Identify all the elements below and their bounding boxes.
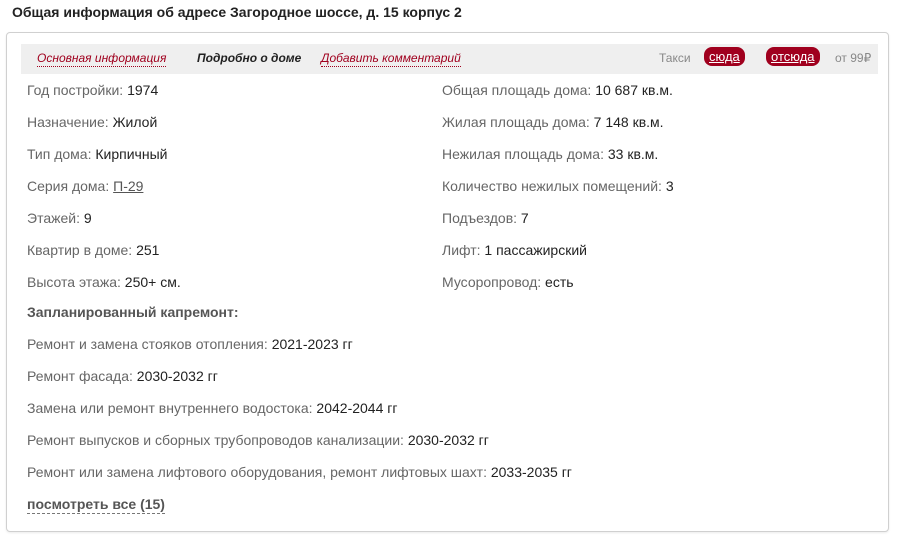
info-label: Подъездов: bbox=[442, 210, 518, 226]
repair-value: 2021-2023 гг bbox=[271, 336, 353, 352]
taxi-to-here-button[interactable]: сюда bbox=[704, 47, 745, 66]
taxi-label: Такси bbox=[659, 51, 691, 65]
info-row-floor-height: Высота этажа: 250+ см. bbox=[27, 273, 181, 291]
page-title: Общая информация об адресе Загородное шо… bbox=[12, 4, 462, 20]
info-label: Этажей: bbox=[27, 210, 80, 226]
show-all-repairs-link[interactable]: посмотреть все (15) bbox=[27, 495, 165, 514]
info-value: есть bbox=[545, 274, 574, 290]
info-row-house-type: Тип дома: Кирпичный bbox=[27, 145, 167, 163]
repair-label: Ремонт выпусков и сборных трубопроводов … bbox=[27, 432, 404, 448]
tab-details[interactable]: Подробно о доме bbox=[197, 51, 301, 66]
info-label: Общая площадь дома: bbox=[442, 82, 592, 98]
info-label: Высота этажа: bbox=[27, 274, 121, 290]
info-label: Мусоропровод: bbox=[442, 274, 542, 290]
repair-item: Ремонт или замена лифтового оборудования… bbox=[27, 463, 572, 481]
info-row-garbage-chute: Мусоропровод: есть bbox=[442, 273, 574, 291]
repair-label: Замена или ремонт внутреннего водостока: bbox=[27, 400, 313, 416]
repair-item: Ремонт и замена стояков отопления: 2021-… bbox=[27, 335, 353, 353]
info-value: 3 bbox=[665, 178, 674, 194]
info-value: 10 687 кв.м. bbox=[595, 82, 673, 98]
info-value: 7 148 кв.м. bbox=[593, 114, 664, 130]
info-row-apartments: Квартир в доме: 251 bbox=[27, 241, 159, 259]
tab-main-info[interactable]: Основная информация bbox=[37, 51, 167, 67]
tab-add-comment[interactable]: Добавить комментарий bbox=[321, 51, 461, 67]
info-value: Жилой bbox=[112, 114, 158, 130]
info-label: Квартир в доме: bbox=[27, 242, 133, 258]
repair-item: Замена или ремонт внутреннего водостока:… bbox=[27, 399, 397, 417]
repairs-section-title: Запланированный капремонт: bbox=[27, 304, 239, 320]
info-label: Назначение: bbox=[27, 114, 109, 130]
info-label: Количество нежилых помещений: bbox=[442, 178, 662, 194]
info-row-nonliving-area: Нежилая площадь дома: 33 кв.м. bbox=[442, 145, 658, 163]
info-value: 1 пассажирский bbox=[484, 242, 587, 258]
info-value: 7 bbox=[520, 210, 529, 226]
info-row-floors: Этажей: 9 bbox=[27, 209, 92, 227]
info-value: Кирпичный bbox=[95, 146, 168, 162]
tab-bar: Основная информация Подробно о доме Доба… bbox=[21, 44, 878, 74]
info-row-build-year: Год постройки: 1974 bbox=[27, 81, 158, 99]
repair-value: 2033-2035 гг bbox=[490, 464, 572, 480]
info-label: Год постройки: bbox=[27, 82, 124, 98]
series-link[interactable]: П-29 bbox=[113, 178, 143, 194]
repair-value: 2042-2044 гг bbox=[316, 400, 398, 416]
info-value: 9 bbox=[83, 210, 92, 226]
info-row-series: Серия дома: П-29 bbox=[27, 177, 143, 195]
info-row-living-area: Жилая площадь дома: 7 148 кв.м. bbox=[442, 113, 664, 131]
info-label: Серия дома: bbox=[27, 178, 110, 194]
repair-value: 2030-2032 гг bbox=[136, 368, 218, 384]
info-label: Жилая площадь дома: bbox=[442, 114, 590, 130]
info-label: Нежилая площадь дома: bbox=[442, 146, 604, 162]
info-label: Тип дома: bbox=[27, 146, 92, 162]
taxi-from-here-button[interactable]: отсюда bbox=[766, 47, 820, 66]
repair-label: Ремонт фасада: bbox=[27, 368, 133, 384]
info-value: 250+ см. bbox=[124, 274, 181, 290]
info-value: 1974 bbox=[127, 82, 159, 98]
repair-label: Ремонт или замена лифтового оборудования… bbox=[27, 464, 487, 480]
info-value: 251 bbox=[136, 242, 160, 258]
repair-item: Ремонт фасада: 2030-2032 гг bbox=[27, 367, 218, 385]
info-value: 33 кв.м. bbox=[607, 146, 659, 162]
info-row-total-area: Общая площадь дома: 10 687 кв.м. bbox=[442, 81, 673, 99]
info-label: Лифт: bbox=[442, 242, 481, 258]
house-info-card: Основная информация Подробно о доме Доба… bbox=[6, 32, 889, 532]
info-row-elevator: Лифт: 1 пассажирский bbox=[442, 241, 587, 259]
info-row-entrances: Подъездов: 7 bbox=[442, 209, 529, 227]
taxi-price: от 99₽ bbox=[835, 51, 872, 65]
info-row-purpose: Назначение: Жилой bbox=[27, 113, 157, 131]
repair-label: Ремонт и замена стояков отопления: bbox=[27, 336, 268, 352]
repair-value: 2030-2032 гг bbox=[407, 432, 489, 448]
repair-item: Ремонт выпусков и сборных трубопроводов … bbox=[27, 431, 489, 449]
info-row-nonliving-premises: Количество нежилых помещений: 3 bbox=[442, 177, 674, 195]
